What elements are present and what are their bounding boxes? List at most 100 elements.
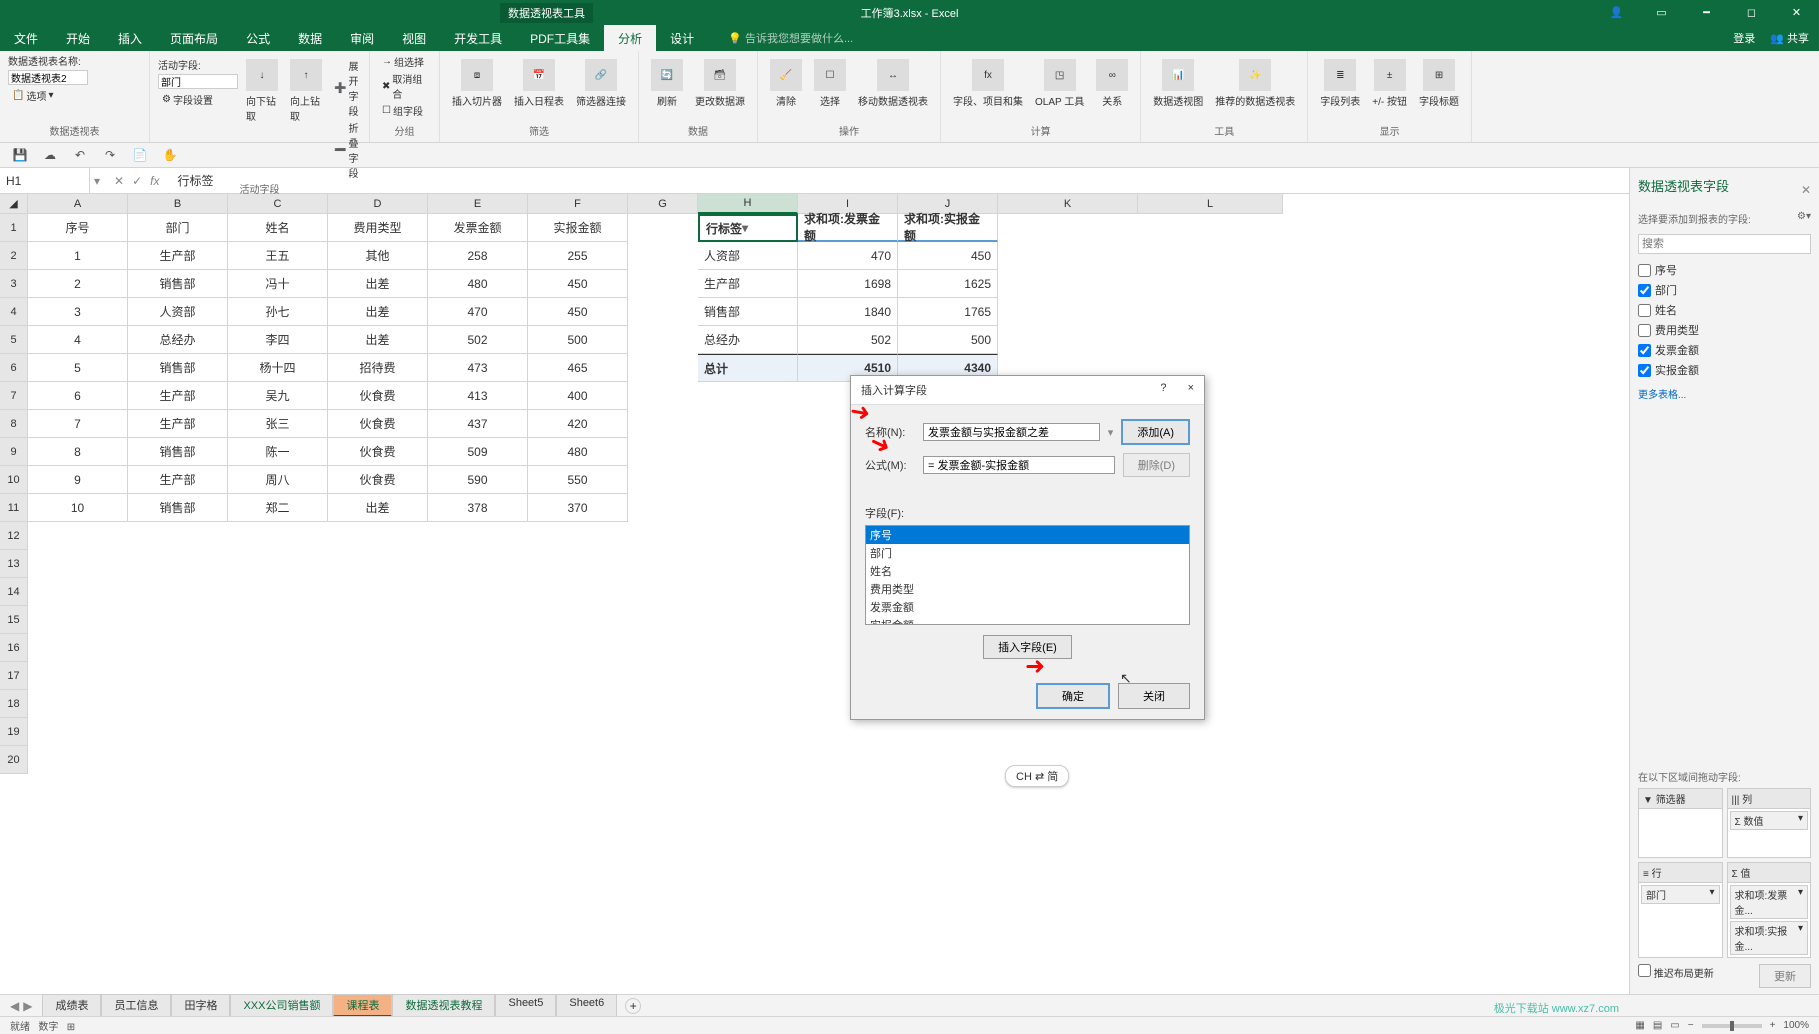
minimize-icon[interactable]: ━ xyxy=(1684,0,1729,25)
cell[interactable]: 求和项:实报金额 xyxy=(898,214,998,242)
row-header-4[interactable]: 4 xyxy=(0,298,28,326)
cell[interactable]: 8 xyxy=(28,438,128,466)
field-settings-button[interactable]: ⚙ 字段设置 xyxy=(158,91,238,108)
menu-数据[interactable]: 数据 xyxy=(284,25,336,51)
name-box-dropdown-icon[interactable]: ▾ xyxy=(90,174,104,188)
move-pivot-button[interactable]: ↔移动数据透视表 xyxy=(854,57,932,110)
col-header-G[interactable]: G xyxy=(628,194,698,214)
menu-视图[interactable]: 视图 xyxy=(388,25,440,51)
pivot-chart-button[interactable]: 📊数据透视图 xyxy=(1149,57,1207,110)
select-button[interactable]: ☐选择 xyxy=(810,57,850,110)
cell[interactable]: 发票金额 xyxy=(428,214,528,242)
field-option[interactable]: 部门 xyxy=(866,544,1189,562)
cell[interactable]: 370 xyxy=(528,494,628,522)
field-headers-button[interactable]: ⊞字段标题 xyxy=(1415,57,1463,110)
sheet-tab[interactable]: 田字格 xyxy=(171,994,230,1017)
field-checkbox-发票金额[interactable]: 发票金额 xyxy=(1638,340,1811,360)
drop-item[interactable]: Σ 数值 ▾ xyxy=(1730,811,1809,830)
row-header-16[interactable]: 16 xyxy=(0,634,28,662)
row-header-11[interactable]: 11 xyxy=(0,494,28,522)
cell[interactable]: 出差 xyxy=(328,326,428,354)
active-field-input[interactable] xyxy=(158,74,238,89)
cell[interactable]: 480 xyxy=(428,270,528,298)
cell[interactable]: 行标签 ▾ xyxy=(698,214,798,242)
ribbon-options-icon[interactable]: ▭ xyxy=(1639,0,1684,25)
field-checkbox-费用类型[interactable]: 费用类型 xyxy=(1638,320,1811,340)
cell[interactable]: 378 xyxy=(428,494,528,522)
cell[interactable]: 吴九 xyxy=(228,382,328,410)
row-header-1[interactable]: 1 xyxy=(0,214,28,242)
cell[interactable]: 总经办 xyxy=(698,326,798,354)
cell[interactable]: 人资部 xyxy=(128,298,228,326)
row-header-13[interactable]: 13 xyxy=(0,550,28,578)
menu-PDF工具集[interactable]: PDF工具集 xyxy=(516,25,604,51)
col-header-K[interactable]: K xyxy=(998,194,1138,214)
cell[interactable]: 伙食费 xyxy=(328,466,428,494)
row-header-19[interactable]: 19 xyxy=(0,718,28,746)
insert-slicer-button[interactable]: ⧈插入切片器 xyxy=(448,57,506,110)
cell[interactable]: 销售部 xyxy=(698,298,798,326)
account-icon[interactable]: 👤 xyxy=(1594,0,1639,25)
tab-nav-next-icon[interactable]: ▶ xyxy=(23,999,32,1013)
menu-分析[interactable]: 分析 xyxy=(604,25,656,51)
menu-文件[interactable]: 文件 xyxy=(0,25,52,51)
cell[interactable]: 伙食费 xyxy=(328,438,428,466)
rows-drop-area[interactable]: ≡ 行部门 ▾ xyxy=(1638,862,1723,958)
cell[interactable]: 郑二 xyxy=(228,494,328,522)
field-option[interactable]: 序号 xyxy=(866,526,1189,544)
group-field-button[interactable]: ☐ 组字段 xyxy=(378,102,431,119)
cell[interactable]: 258 xyxy=(428,242,528,270)
cell[interactable]: 生产部 xyxy=(128,410,228,438)
formula-input[interactable]: 行标签 xyxy=(170,172,1819,189)
row-header-14[interactable]: 14 xyxy=(0,578,28,606)
cell[interactable]: 实报金额 xyxy=(528,214,628,242)
menu-设计[interactable]: 设计 xyxy=(656,25,708,51)
fx-icon[interactable]: fx xyxy=(150,174,159,188)
cell[interactable]: 502 xyxy=(428,326,528,354)
field-option[interactable]: 实报金额 xyxy=(866,616,1189,625)
plus-minus-button[interactable]: ±+/- 按钮 xyxy=(1368,57,1411,110)
cell[interactable]: 出差 xyxy=(328,494,428,522)
sheet-tab[interactable]: 员工信息 xyxy=(101,994,171,1017)
menu-页面布局[interactable]: 页面布局 xyxy=(156,25,232,51)
drop-item[interactable]: 部门 ▾ xyxy=(1641,885,1720,904)
cell[interactable]: 其他 xyxy=(328,242,428,270)
cell[interactable]: 1625 xyxy=(898,270,998,298)
touch-mode-icon[interactable]: ✋ xyxy=(160,145,180,165)
dialog-help-icon[interactable]: ? xyxy=(1160,382,1166,394)
col-header-C[interactable]: C xyxy=(228,194,328,214)
cell[interactable]: 1840 xyxy=(798,298,898,326)
cell[interactable]: 500 xyxy=(528,326,628,354)
cell[interactable]: 1698 xyxy=(798,270,898,298)
cell[interactable]: 400 xyxy=(528,382,628,410)
filter-connections-button[interactable]: 🔗筛选器连接 xyxy=(572,57,630,110)
sheet-tab[interactable]: XXX公司销售额 xyxy=(230,994,333,1017)
new-icon[interactable]: 📄 xyxy=(130,145,150,165)
cell[interactable]: 招待费 xyxy=(328,354,428,382)
login-link[interactable]: 登录 xyxy=(1733,30,1755,46)
sheet-tab[interactable]: 课程表 xyxy=(333,994,392,1017)
row-header-3[interactable]: 3 xyxy=(0,270,28,298)
cell[interactable]: 1765 xyxy=(898,298,998,326)
cell[interactable]: 张三 xyxy=(228,410,328,438)
name-box[interactable]: H1 xyxy=(0,168,90,193)
col-header-A[interactable]: A xyxy=(28,194,128,214)
cell[interactable]: 1 xyxy=(28,242,128,270)
cell[interactable]: 冯十 xyxy=(228,270,328,298)
sheet-tab[interactable]: Sheet6 xyxy=(556,994,617,1017)
row-header-18[interactable]: 18 xyxy=(0,690,28,718)
enter-icon[interactable]: ✓ xyxy=(132,174,142,188)
drop-item[interactable]: 求和项:发票金... ▾ xyxy=(1730,885,1809,919)
view-page-icon[interactable]: ▤ xyxy=(1653,1020,1662,1031)
cancel-icon[interactable]: ✕ xyxy=(114,174,124,188)
save-icon[interactable]: 💾 xyxy=(10,145,30,165)
add-button[interactable]: 添加(A) xyxy=(1121,419,1190,445)
cell[interactable]: 生产部 xyxy=(698,270,798,298)
menu-公式[interactable]: 公式 xyxy=(232,25,284,51)
fields-listbox[interactable]: 序号部门姓名费用类型发票金额实报金额 xyxy=(865,525,1190,625)
share-button[interactable]: 👥 共享 xyxy=(1770,30,1809,46)
recommended-pivot-button[interactable]: ✨推荐的数据透视表 xyxy=(1211,57,1299,110)
cell[interactable]: 255 xyxy=(528,242,628,270)
row-header-7[interactable]: 7 xyxy=(0,382,28,410)
menu-插入[interactable]: 插入 xyxy=(104,25,156,51)
